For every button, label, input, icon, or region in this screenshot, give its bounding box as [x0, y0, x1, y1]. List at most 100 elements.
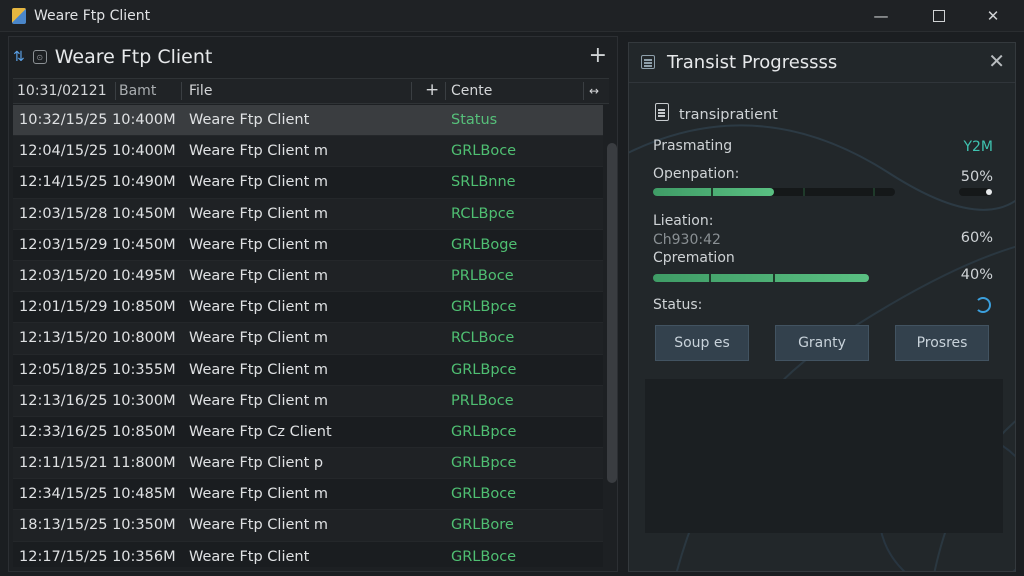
row-date: 10:32/15/25 10:400M	[19, 112, 176, 128]
row-date: 12:03/15/20 10:495M	[19, 267, 176, 284]
row-date: 12:34/15/25 10:485M	[19, 486, 176, 503]
maximize-icon	[933, 10, 945, 22]
table-header: 10:31/02121 Bamt File + Cente ↔	[13, 78, 609, 104]
table-row[interactable]: 12:03/15/28 10:450M Weare Ftp Client m RCL…	[13, 198, 603, 230]
table-row[interactable]: 12:17/15/25 10:356M Weare Ftp Client GRLBo…	[13, 541, 603, 567]
table-row[interactable]: 12:03/15/20 10:495M Weare Ftp Client m PRL…	[13, 260, 603, 293]
row-status: GRLBoce	[451, 548, 517, 565]
row-file: Weare Ftp Client m	[189, 299, 329, 316]
row-date: 12:13/15/20 10:800M	[19, 330, 176, 347]
row-status: Status	[451, 112, 498, 128]
row-status: RCLBoce	[451, 330, 515, 347]
table-row[interactable]: 18:13/15/25 10:350M Weare Ftp Client m GRL…	[13, 510, 603, 542]
row-file: Weare Ftp Client m	[189, 330, 329, 347]
file-table: 10:32/15/25 10:400M Weare Ftp Client Statu…	[13, 105, 603, 567]
row-status: SRLBnne	[451, 174, 516, 191]
row-file: Weare Ftp Client m	[189, 517, 329, 534]
table-row[interactable]: 12:11/15/21 11:800M Weare Ftp Client p GRL…	[13, 448, 603, 480]
row-file: Weare Ftp Client m	[189, 174, 329, 191]
column-header-bamt[interactable]: Bamt	[119, 83, 156, 99]
cpremation-progress-bar	[653, 274, 953, 282]
table-row[interactable]: 12:33/16/25 10:850M Weare Ftp Cz Client GR…	[13, 416, 603, 449]
progress-button[interactable]: Prosres	[895, 325, 989, 361]
row-date: 18:13/15/25 10:350M	[19, 517, 176, 534]
processing-value: Y2M	[963, 139, 993, 155]
row-date: 12:03/15/28 10:450M	[19, 205, 176, 222]
row-status: RCLBpce	[451, 205, 515, 222]
row-status: GRLBpce	[451, 299, 517, 316]
close-window-button[interactable]: ✕	[970, 0, 1016, 32]
add-column-icon[interactable]: +	[425, 80, 439, 100]
file-name: transipratient	[679, 107, 778, 123]
settings-icon[interactable]: ⊙	[32, 50, 47, 64]
row-date: 12:14/15/25 10:490M	[19, 174, 176, 191]
cpremation-value: 40%	[960, 267, 993, 283]
row-file: Weare Ftp Client m	[189, 392, 329, 409]
row-status: PRLBoce	[451, 392, 514, 409]
row-status: GRLBpce	[451, 423, 517, 440]
minimize-button[interactable]: —	[858, 0, 904, 32]
row-status: GRLBoge	[451, 236, 518, 253]
row-date: 12:05/18/25 10:355M	[19, 361, 176, 378]
row-file: Weare Ftp Client	[189, 548, 310, 565]
row-status: GRLBore	[451, 517, 514, 534]
vertical-scrollbar[interactable]	[607, 143, 617, 483]
row-date: 12:33/16/25 10:850M	[19, 423, 176, 440]
row-file: Weare Ftp Client m	[189, 486, 329, 503]
table-row[interactable]: 12:13/16/25 10:300M Weare Ftp Client m PRL…	[13, 385, 603, 417]
row-status: GRLBpce	[451, 361, 517, 378]
processing-label: Prasmating	[653, 138, 733, 154]
app-icon	[12, 7, 26, 24]
row-file: Weare Ftp Client	[189, 112, 310, 128]
table-row[interactable]: 10:32/15/25 10:400M Weare Ftp Client Statu…	[13, 105, 603, 137]
file-list-panel: ⇅ ⊙ Weare Ftp Client + 10:31/02121 Bamt …	[8, 36, 618, 576]
row-file: Weare Ftp Client m	[189, 267, 329, 284]
row-file: Weare Ftp Client m	[189, 236, 329, 253]
granty-button[interactable]: Granty	[775, 325, 869, 361]
sources-button[interactable]: Soup es	[655, 325, 749, 361]
row-date: 12:04/15/25 10:400M	[19, 143, 176, 160]
panel-header: ⇅ ⊙ Weare Ftp Client +	[9, 37, 617, 77]
column-header-date[interactable]: 10:31/02121	[17, 83, 107, 99]
progress-handle[interactable]	[986, 189, 992, 195]
operation-progress-fill	[653, 188, 774, 196]
list-icon	[641, 55, 655, 69]
add-tab-icon[interactable]: +	[589, 43, 607, 68]
maximize-button[interactable]	[916, 0, 962, 32]
status-label: Status:	[653, 297, 703, 313]
row-status: GRLBoce	[451, 143, 517, 160]
row-date: 12:11/15/21 11:800M	[19, 455, 176, 472]
operation-value: 50%	[960, 169, 993, 185]
panel-title: Weare Ftp Client	[54, 46, 213, 68]
table-row[interactable]: 12:03/15/29 10:450M Weare Ftp Client m GRL…	[13, 229, 603, 261]
transfer-progress-panel: Transist Progressss ✕ transipratient Pra…	[628, 42, 1016, 572]
row-date: 12:03/15/29 10:450M	[19, 236, 176, 253]
table-row[interactable]: 12:05/18/25 10:355M Weare Ftp Client m GRL…	[13, 354, 603, 386]
close-icon[interactable]: ✕	[988, 49, 1005, 73]
row-file: Weare Ftp Client m	[189, 361, 329, 378]
cpremation-progress-fill	[653, 274, 869, 282]
table-row[interactable]: 12:04/15/25 10:400M Weare Ftp Client m GRL…	[13, 136, 603, 168]
table-row[interactable]: 12:01/15/29 10:850M Weare Ftp Client m GRL…	[13, 292, 603, 324]
operation-progress-bar	[653, 188, 895, 196]
connect-icon[interactable]: ⇅	[13, 49, 25, 65]
preview-area	[645, 379, 1003, 533]
progress-title: Transist Progressss	[667, 52, 838, 73]
column-header-cente[interactable]: Cente	[451, 83, 492, 99]
location-value: Ch930:42	[653, 232, 721, 248]
file-icon	[655, 103, 669, 121]
progress-header: Transist Progressss ✕	[629, 43, 1015, 83]
table-row[interactable]: 12:34/15/25 10:485M Weare Ftp Client m GRL…	[13, 479, 603, 511]
resize-columns-icon[interactable]: ↔	[589, 84, 599, 98]
row-file: Weare Ftp Client m	[189, 143, 329, 160]
row-date: 12:17/15/25 10:356M	[19, 548, 176, 565]
table-row[interactable]: 12:13/15/20 10:800M Weare Ftp Client m RCL…	[13, 323, 603, 355]
column-header-file[interactable]: File	[189, 83, 212, 99]
location-label: Lieation:	[653, 213, 714, 229]
window-title: Weare Ftp Client	[34, 7, 151, 24]
operation-label: Openpation:	[653, 166, 740, 182]
cpremation-label: Cpremation	[653, 250, 735, 266]
row-status: GRLBpce	[451, 455, 517, 472]
status-refresh-icon[interactable]	[975, 297, 991, 313]
table-row[interactable]: 12:14/15/25 10:490M Weare Ftp Client m SRL…	[13, 167, 603, 199]
